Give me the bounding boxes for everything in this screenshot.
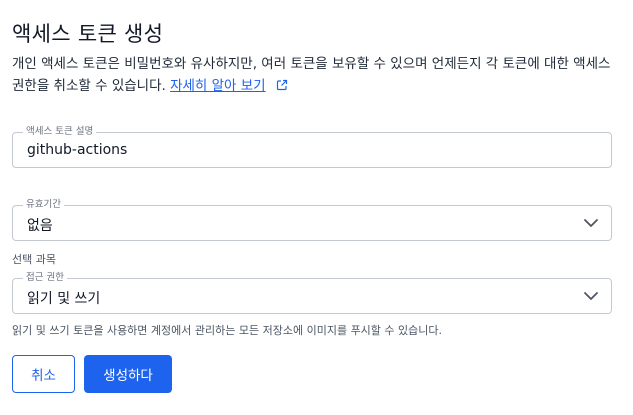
token-description-field[interactable]: 액세스 토큰 설명 github-actions [12, 126, 612, 168]
access-scope-value[interactable]: 읽기 및 쓰기 [27, 288, 100, 308]
description: 개인 액세스 토큰은 비밀번호와 유사하지만, 여러 토큰을 보유할 수 있으며… [12, 53, 617, 97]
page-title: 액세스 토큰 생성 [12, 22, 164, 46]
create-button[interactable]: 생성하다 [84, 355, 172, 393]
optional-section-label: 선택 과목 [12, 253, 56, 266]
expiration-label: 유효기간 [23, 199, 64, 211]
chevron-down-icon[interactable] [583, 217, 599, 229]
chevron-down-icon[interactable] [583, 290, 599, 302]
token-description-value[interactable]: github-actions [27, 142, 127, 158]
access-scope-helper: 읽기 및 쓰기 토큰을 사용하면 계정에서 관리하는 모든 저장소에 이미지를 … [12, 324, 443, 337]
cancel-button[interactable]: 취소 [12, 355, 75, 393]
description-text: 개인 액세스 토큰은 비밀번호와 유사하지만, 여러 토큰을 보유할 수 있으며… [12, 56, 611, 94]
external-link-icon[interactable] [276, 79, 288, 91]
expiration-value[interactable]: 없음 [27, 215, 53, 235]
access-scope-label: 접근 권한 [23, 272, 67, 284]
learn-more-link[interactable]: 자세히 알아 보기 [170, 78, 266, 94]
token-description-label: 액세스 토큰 설명 [23, 126, 97, 138]
access-scope-select[interactable]: 접근 권한 읽기 및 쓰기 [12, 272, 612, 314]
expiration-select[interactable]: 유효기간 없음 [12, 199, 612, 241]
